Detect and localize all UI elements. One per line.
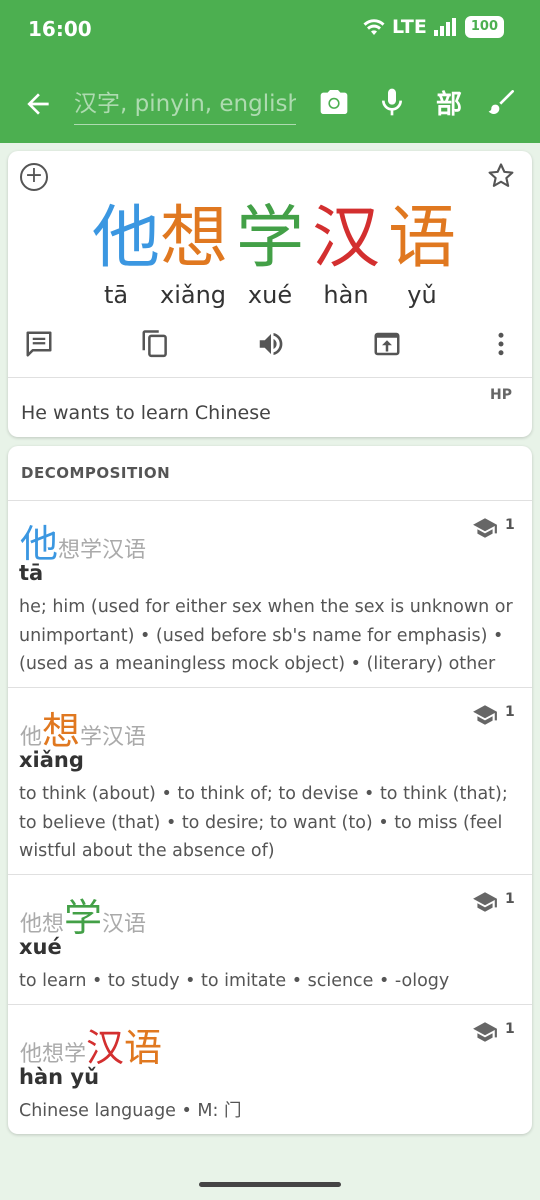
entry-definition: to learn • to study • to imitate • scien… xyxy=(19,971,450,991)
search-toolbar: 汉字, pinyin, english 部 xyxy=(0,72,540,136)
app-bar: 16:00 LTE 100 汉字, pinyin, english 部 xyxy=(0,0,540,143)
handwriting-brush-icon[interactable] xyxy=(486,86,518,118)
graduation-cap-icon[interactable] xyxy=(472,702,498,728)
entry-characters: 他想学汉语 xyxy=(20,1017,162,1072)
decomposition-entry[interactable]: 他想学汉语 1 xué to learn • to study • to imi… xyxy=(8,874,532,1004)
entry-reading: hàn yǔ xyxy=(19,1065,100,1089)
microphone-icon[interactable] xyxy=(376,86,408,118)
context-chars: 他 xyxy=(20,725,43,750)
entry-characters: 他想学汉语 xyxy=(20,700,146,755)
headword-char[interactable]: 语 xyxy=(384,199,460,279)
hsk-level: 1 xyxy=(505,704,515,720)
entry-reading: xiǎng xyxy=(19,748,84,772)
headword-char[interactable]: 学 xyxy=(232,199,308,279)
focus-char: 语 xyxy=(124,1026,163,1070)
focus-char: 学 xyxy=(64,896,103,940)
entry-definition: Chinese language • M: 门 xyxy=(19,1101,242,1121)
focus-char: 汉 xyxy=(86,1026,125,1070)
status-time: 16:00 xyxy=(28,17,92,41)
status-bar: 16:00 LTE 100 xyxy=(0,0,540,58)
copy-icon[interactable] xyxy=(140,329,170,359)
gesture-nav-bar[interactable] xyxy=(199,1182,341,1187)
headword-card: + 他 想 学 汉 语 tā xiǎng xué hàn yǔ HP He wa… xyxy=(8,151,532,437)
entry-characters: 他想学汉语 xyxy=(20,513,146,568)
headword-pinyin: yǔ xyxy=(407,281,437,309)
entry-definition: he; him (used for either sex when the se… xyxy=(19,597,513,674)
camera-icon[interactable] xyxy=(318,86,350,118)
status-icons: LTE 100 xyxy=(362,16,504,38)
signal-icon xyxy=(433,18,456,36)
entry-characters: 他想学汉语 xyxy=(20,887,146,942)
search-input[interactable]: 汉字, pinyin, english xyxy=(74,84,296,125)
divider xyxy=(8,377,532,378)
radical-lookup-button[interactable]: 部 xyxy=(436,84,462,121)
back-arrow-icon[interactable] xyxy=(22,88,54,120)
translation-text: He wants to learn Chinese xyxy=(21,402,271,424)
hsk-level: 1 xyxy=(505,891,515,907)
headword-char[interactable]: 汉 xyxy=(308,199,384,279)
focus-char: 想 xyxy=(42,709,81,753)
context-chars: 汉语 xyxy=(102,912,147,937)
graduation-cap-icon[interactable] xyxy=(472,889,498,915)
headword-char[interactable]: 想 xyxy=(156,199,232,279)
translation-source: HP xyxy=(490,387,512,403)
entry-reading: tā xyxy=(19,561,44,585)
context-chars: 学汉语 xyxy=(80,725,147,750)
decomposition-entry[interactable]: 他想学汉语 1 hàn yǔ Chinese language • M: 门 xyxy=(8,1004,532,1134)
focus-char: 他 xyxy=(20,522,59,566)
star-icon[interactable] xyxy=(486,161,516,191)
section-title: DECOMPOSITION xyxy=(21,464,171,482)
context-chars: 想学汉语 xyxy=(58,538,147,563)
speaker-icon[interactable] xyxy=(256,329,286,359)
context-chars: 他想 xyxy=(20,912,65,937)
graduation-cap-icon[interactable] xyxy=(472,515,498,541)
hsk-level: 1 xyxy=(505,1021,515,1037)
entry-definition: to think (about) • to think of; to devis… xyxy=(19,784,508,861)
headword-characters: 他 想 学 汉 语 xyxy=(8,199,532,279)
decomposition-entry[interactable]: 他想学汉语 1 xiǎng to think (about) • to thin… xyxy=(8,687,532,874)
headword-actions xyxy=(8,329,532,369)
decomposition-entry[interactable]: 他想学汉语 1 tā he; him (used for either sex … xyxy=(8,500,532,687)
comment-icon[interactable] xyxy=(24,329,54,359)
decomposition-card: DECOMPOSITION 他想学汉语 1 tā he; him (used f… xyxy=(8,446,532,1134)
network-type: LTE xyxy=(391,16,427,38)
more-vert-icon[interactable] xyxy=(486,329,516,359)
graduation-cap-icon[interactable] xyxy=(472,1019,498,1045)
hsk-level: 1 xyxy=(505,517,515,533)
wifi-icon xyxy=(363,19,385,35)
battery-indicator: 100 xyxy=(464,16,504,38)
entry-reading: xué xyxy=(19,935,62,959)
open-in-icon[interactable] xyxy=(372,329,402,359)
add-to-list-button[interactable]: + xyxy=(20,163,48,191)
headword-char[interactable]: 他 xyxy=(88,199,164,279)
context-chars: 他想学 xyxy=(20,1042,87,1067)
